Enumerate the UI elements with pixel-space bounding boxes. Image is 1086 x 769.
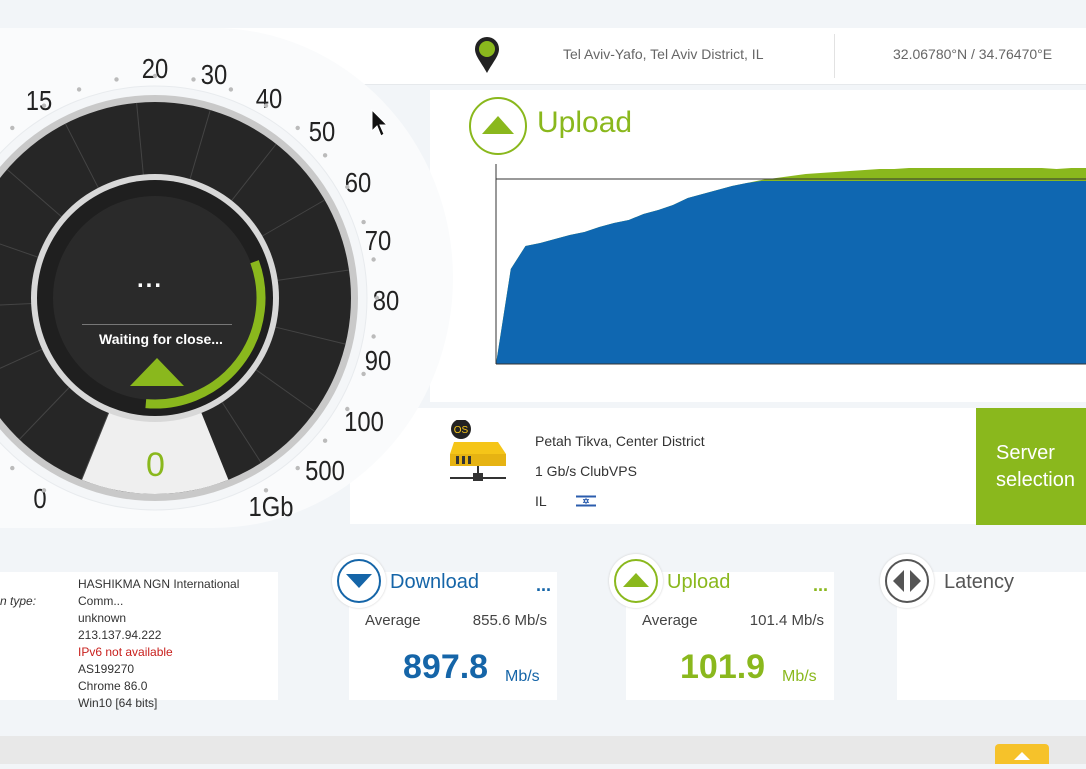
connection-type: unknown <box>78 611 127 625</box>
gauge-scale-label: 100 <box>344 405 384 437</box>
latency-icon-circle <box>880 554 934 608</box>
connection-info: n type: HASHIKMA NGN International Comm.… <box>0 572 278 710</box>
chart-areas <box>496 168 1086 364</box>
gauge-value: 0 <box>146 446 165 484</box>
upload-avg-label: Average <box>642 612 698 629</box>
gauge-tick-dot <box>41 488 47 493</box>
connection-browser: Chrome 86.0 <box>78 679 148 693</box>
gauge-scale-label: 20 <box>142 52 168 84</box>
upload-arrow-icon <box>614 559 658 603</box>
gauge-tick-dot <box>361 371 366 377</box>
latency-title: Latency <box>944 571 1015 593</box>
gauge-tick-dot <box>345 184 350 190</box>
download-value: 897.8 <box>403 648 489 686</box>
gauge-tick-dot <box>152 73 158 79</box>
gauge-tick-dot <box>371 334 376 339</box>
upload-unit: Mb/s <box>782 668 817 685</box>
server-name: Petah Tikva, Center District <box>535 433 705 449</box>
server-selection-button[interactable]: Server selection <box>976 408 1086 525</box>
connection-type-label: n type: <box>0 594 37 608</box>
chart-area-series-2 <box>496 181 1086 364</box>
divider <box>834 34 835 78</box>
scroll-top-button[interactable] <box>995 744 1049 764</box>
connection-isp: HASHIKMA NGN International Comm... <box>78 577 240 608</box>
gauge-tick-dot <box>228 87 234 92</box>
gauge-tick-dot <box>41 103 47 108</box>
connection-ip: 213.137.94.222 <box>78 628 162 642</box>
gauge-scale-label: 90 <box>365 344 391 376</box>
chevron-up-icon <box>1014 752 1030 760</box>
server-panel: OS Petah Tikva, Center District 1 Gb/s C… <box>350 408 1086 525</box>
gauge-tick-dot <box>322 153 328 158</box>
connection-ipv6: IPv6 not available <box>78 645 173 659</box>
download-unit: Mb/s <box>505 668 540 685</box>
chart-title: Upload <box>537 106 633 139</box>
download-arrow-icon <box>337 559 381 603</box>
download-title: Download <box>390 571 479 593</box>
server-country-row: IL <box>535 486 705 516</box>
gauge-tick-dot <box>371 257 376 262</box>
connection-as: AS199270 <box>78 662 135 676</box>
server-country: IL <box>535 493 547 509</box>
cursor-icon <box>371 109 389 137</box>
upload-value: 101.9 <box>680 648 766 686</box>
gauge-tick-dot <box>191 77 196 82</box>
israel-flag-icon <box>576 494 597 508</box>
gauge-tick-dot <box>76 87 82 92</box>
connection-os: Win10 [64 bits] <box>78 696 158 710</box>
server-provider: 1 Gb/s ClubVPS <box>535 463 637 479</box>
location-coords: 32.06780°N / 34.76470°E <box>893 46 1053 62</box>
gauge-scale-label: 50 <box>309 115 335 147</box>
gauge-scale-label: 70 <box>365 224 391 256</box>
gauge-status: Waiting for close... <box>99 331 223 347</box>
download-avg-value: 855.6 Mb/s <box>472 612 547 629</box>
download-avg-label: Average <box>365 612 421 629</box>
gauge-scale-label: 30 <box>201 58 227 90</box>
gauge-scale-label: 60 <box>345 166 371 198</box>
gauge-scale-label: 0 <box>33 482 46 514</box>
footer-bar <box>0 736 1086 764</box>
gauge-tick-dot <box>322 438 328 443</box>
gauge-divider <box>82 324 232 325</box>
gauge-tick-dot <box>114 77 119 82</box>
gauge-scale-label: 80 <box>373 284 399 316</box>
upload-avg-value: 101.4 Mb/s <box>749 612 824 629</box>
gauge-tick-dot <box>10 465 15 471</box>
gauge-tick-dot <box>374 295 380 301</box>
upload-title: Upload <box>667 571 731 593</box>
gauge-tick-dot <box>295 125 300 131</box>
upload-arrow-icon <box>469 97 527 155</box>
gauge-tick-dot <box>345 406 350 412</box>
gauge-scale-label: 40 <box>256 82 282 114</box>
upload-more-button[interactable]: ... <box>813 575 828 596</box>
upload-icon-circle <box>609 554 663 608</box>
speed-gauge: 0 15 20 30 40 50 60 70 80 90 100 500 1Gb <box>0 28 453 528</box>
gauge-tick-dot <box>263 488 269 493</box>
upload-arrow-icon <box>130 358 184 386</box>
gauge-tick-dot <box>295 465 300 471</box>
gauge-tick-dot <box>361 219 366 225</box>
map-pin-icon <box>475 37 499 73</box>
gauge-tick-dot <box>10 125 15 131</box>
gauge-tick-dot <box>263 103 269 108</box>
latency-icon <box>885 559 929 603</box>
upload-chart-panel: Upload <box>430 90 1086 402</box>
download-more-button[interactable]: ... <box>536 575 551 596</box>
gauge-scale-label: 15 <box>26 84 52 116</box>
gauge-dots: ... <box>137 266 164 293</box>
gauge-scale-label: 1Gb <box>249 490 294 522</box>
location-city: Tel Aviv-Yafo, Tel Aviv District, IL <box>563 46 764 62</box>
upload-chart <box>495 164 1086 365</box>
download-icon-circle <box>332 554 386 608</box>
gauge-scale-label: 500 <box>305 454 345 486</box>
